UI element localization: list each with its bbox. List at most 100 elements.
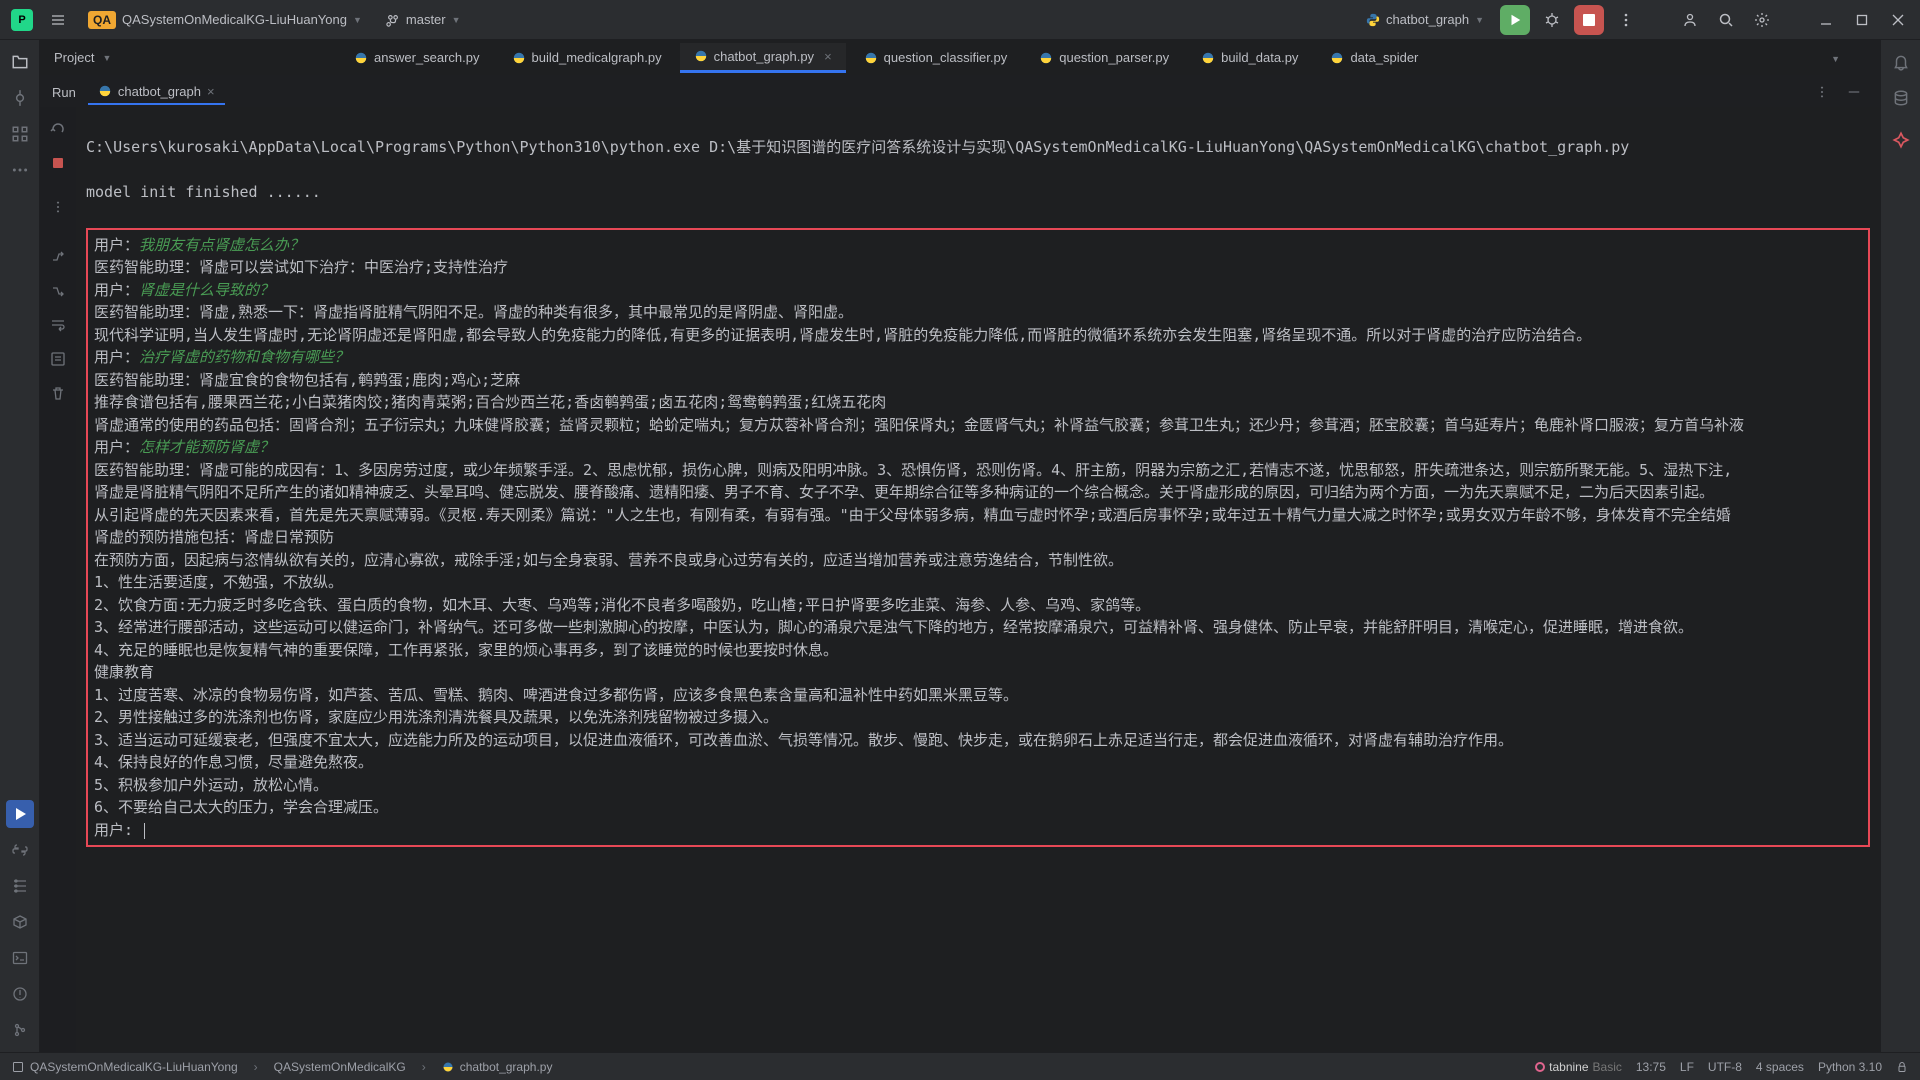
- panel-more-icon[interactable]: [1808, 78, 1836, 106]
- project-name: QASystemOnMedicalKG-LiuHuanYong: [122, 12, 347, 27]
- branch-selector[interactable]: master ▼: [378, 8, 469, 31]
- project-tool-icon[interactable]: [6, 48, 34, 76]
- run-sidebar: [40, 107, 76, 1052]
- terminal-icon[interactable]: [6, 944, 34, 972]
- settings-icon[interactable]: [1748, 6, 1776, 34]
- tab-answer-search[interactable]: answer_search.py: [340, 44, 494, 71]
- chevron-down-icon: ▼: [353, 15, 362, 25]
- breadcrumb-file[interactable]: chatbot_graph.py: [442, 1060, 553, 1074]
- left-toolbar: [0, 40, 40, 1052]
- tab-chatbot-graph[interactable]: chatbot_graph.py×: [680, 43, 846, 73]
- run-panel: Run chatbot_graph ×: [40, 76, 1880, 1052]
- panel-hide-icon[interactable]: [1840, 78, 1868, 106]
- console-line: 健康教育: [94, 661, 1862, 684]
- tabnine-status[interactable]: tabnine Basic: [1535, 1060, 1622, 1074]
- python-console-icon[interactable]: [6, 836, 34, 864]
- code-with-me-icon[interactable]: [1676, 6, 1704, 34]
- run-tab-chatbot-graph[interactable]: chatbot_graph ×: [88, 80, 225, 105]
- minimize-icon[interactable]: [1812, 6, 1840, 34]
- stop-run-icon[interactable]: [44, 149, 72, 177]
- console-line: 肾虚通常的使用的药品包括：固肾合剂；五子衍宗丸；九味健肾胶囊；益肾灵颗粒；蛤蚧定…: [94, 414, 1862, 437]
- hamburger-icon[interactable]: [44, 6, 72, 34]
- console-line: 用户：怎样才能预防肾虚？: [94, 436, 1862, 459]
- notifications-icon[interactable]: [1887, 48, 1915, 76]
- console-line: 4、保持良好的作息习惯，尽量避免熬夜。: [94, 751, 1862, 774]
- console-line: 6、不要给自己太大的压力，学会合理减压。: [94, 796, 1862, 819]
- content: Project ▼ answer_search.py build_medical…: [40, 40, 1880, 1052]
- console-line: 医药智能助理：肾虚可以尝试如下治疗：中医治疗;支持性治疗: [94, 256, 1862, 279]
- console-line: 5、积极参加户外运动，放松心情。: [94, 774, 1862, 797]
- database-icon[interactable]: [1887, 84, 1915, 112]
- tab-data-spider[interactable]: data_spider: [1316, 44, 1432, 71]
- step-down-icon[interactable]: [44, 277, 72, 305]
- run-button[interactable]: [1500, 5, 1530, 35]
- python-packages-icon[interactable]: [6, 908, 34, 936]
- console-line: 用户:: [94, 819, 1862, 842]
- project-label[interactable]: Project: [54, 50, 94, 65]
- git-icon[interactable]: [6, 1016, 34, 1044]
- rerun-icon[interactable]: [44, 115, 72, 143]
- line-separator[interactable]: LF: [1680, 1060, 1694, 1074]
- run-label: Run: [52, 85, 76, 100]
- console-line: 用户：肾虚是什么导致的？: [94, 279, 1862, 302]
- console-output[interactable]: C:\Users\kurosaki\AppData\Local\Programs…: [76, 107, 1880, 1052]
- close-icon[interactable]: [1884, 6, 1912, 34]
- run-config-selector[interactable]: chatbot_graph ▼: [1358, 8, 1492, 31]
- stop-button[interactable]: [1574, 5, 1604, 35]
- close-tab-icon[interactable]: ×: [824, 49, 832, 64]
- services-icon[interactable]: [6, 872, 34, 900]
- tab-question-classifier[interactable]: question_classifier.py: [850, 44, 1022, 71]
- pycharm-logo[interactable]: P: [8, 6, 36, 34]
- highlighted-region: 用户：我朋友有点肾虚怎么办？医药智能助理：肾虚可以尝试如下治疗：中医治疗;支持性…: [86, 228, 1870, 848]
- scroll-to-end-icon[interactable]: [44, 345, 72, 373]
- chevron-down-icon: ▼: [102, 53, 111, 63]
- breadcrumb-root[interactable]: QASystemOnMedicalKG-LiuHuanYong: [12, 1060, 238, 1074]
- ai-icon[interactable]: [1887, 126, 1915, 154]
- console-line: 推荐食谱包括有,腰果西兰花;小白菜猪肉饺;猪肉青菜粥;百合炒西兰花;香卤鹌鹑蛋;…: [94, 391, 1862, 414]
- console-line: 用户：治疗肾虚的药物和食物有哪些？: [94, 346, 1862, 369]
- console-line: 用户：我朋友有点肾虚怎么办？: [94, 234, 1862, 257]
- console-line: 2、男性接触过多的洗涤剂也伤肾，家庭应少用洗涤剂清洗餐具及蔬果，以免洗涤剂残留物…: [94, 706, 1862, 729]
- tab-build-medicalgraph[interactable]: build_medicalgraph.py: [498, 44, 676, 71]
- run-tool-icon[interactable]: [6, 800, 34, 828]
- encoding[interactable]: UTF-8: [1708, 1060, 1742, 1074]
- commit-tool-icon[interactable]: [6, 84, 34, 112]
- breadcrumb-folder[interactable]: QASystemOnMedicalKG: [274, 1060, 406, 1074]
- project-selector[interactable]: QA QASystemOnMedicalKG-LiuHuanYong ▼: [80, 7, 370, 33]
- console-line: 从引起肾虚的先天因素来看，首先是先天禀赋薄弱。《灵枢.寿天刚柔》篇说："人之生也…: [94, 504, 1862, 527]
- main-area: Project ▼ answer_search.py build_medical…: [0, 40, 1920, 1052]
- indent[interactable]: 4 spaces: [1756, 1060, 1804, 1074]
- interpreter[interactable]: Python 3.10: [1818, 1060, 1882, 1074]
- tabs-overflow-icon[interactable]: ▼: [1831, 54, 1840, 64]
- console-line: 医药智能助理：肾虚宜食的食物包括有,鹌鹑蛋;鹿肉;鸡心;芝麻: [94, 369, 1862, 392]
- console-line: 医药智能助理：肾虚可能的成因有：1、多因房劳过度，或少年频繁手淫。2、思虑忧郁，…: [94, 459, 1862, 482]
- branch-icon: [386, 13, 400, 27]
- console-line: 现代科学证明,当人发生肾虚时,无论肾阴虚还是肾阳虚,都会导致人的免疫能力的降低,…: [94, 324, 1862, 347]
- titlebar: P QA QASystemOnMedicalKG-LiuHuanYong ▼ m…: [0, 0, 1920, 40]
- maximize-icon[interactable]: [1848, 6, 1876, 34]
- console-line: 2、饮食方面:无力疲乏时多吃含铁、蛋白质的食物，如木耳、大枣、乌鸡等;消化不良者…: [94, 594, 1862, 617]
- close-run-tab-icon[interactable]: ×: [207, 84, 215, 99]
- tab-build-data[interactable]: build_data.py: [1187, 44, 1312, 71]
- cursor-position[interactable]: 13:75: [1636, 1060, 1666, 1074]
- branch-name: master: [406, 12, 446, 27]
- more-run-icon[interactable]: [44, 193, 72, 221]
- step-up-icon[interactable]: [44, 243, 72, 271]
- console-line: 1、性生活要适度，不勉强，不放纵。: [94, 571, 1862, 594]
- tabnine-icon: [1535, 1062, 1545, 1072]
- console-line: 在预防方面，因起病与恣情纵欲有关的，应清心寡欲，戒除手淫;如与全身衰弱、营养不良…: [94, 549, 1862, 572]
- qa-badge-icon: QA: [88, 11, 116, 29]
- debug-button[interactable]: [1538, 6, 1566, 34]
- problems-icon[interactable]: [6, 980, 34, 1008]
- python-icon: [98, 84, 112, 98]
- tab-question-parser[interactable]: question_parser.py: [1025, 44, 1183, 71]
- more-icon[interactable]: [1612, 6, 1640, 34]
- structure-tool-icon[interactable]: [6, 120, 34, 148]
- search-icon[interactable]: [1712, 6, 1740, 34]
- clear-all-icon[interactable]: [44, 379, 72, 407]
- console-line: C:\Users\kurosaki\AppData\Local\Programs…: [86, 136, 1870, 159]
- more-tool-icon[interactable]: [6, 156, 34, 184]
- readonly-lock-icon[interactable]: [1896, 1061, 1908, 1073]
- run-config-name: chatbot_graph: [1386, 12, 1469, 27]
- soft-wrap-icon[interactable]: [44, 311, 72, 339]
